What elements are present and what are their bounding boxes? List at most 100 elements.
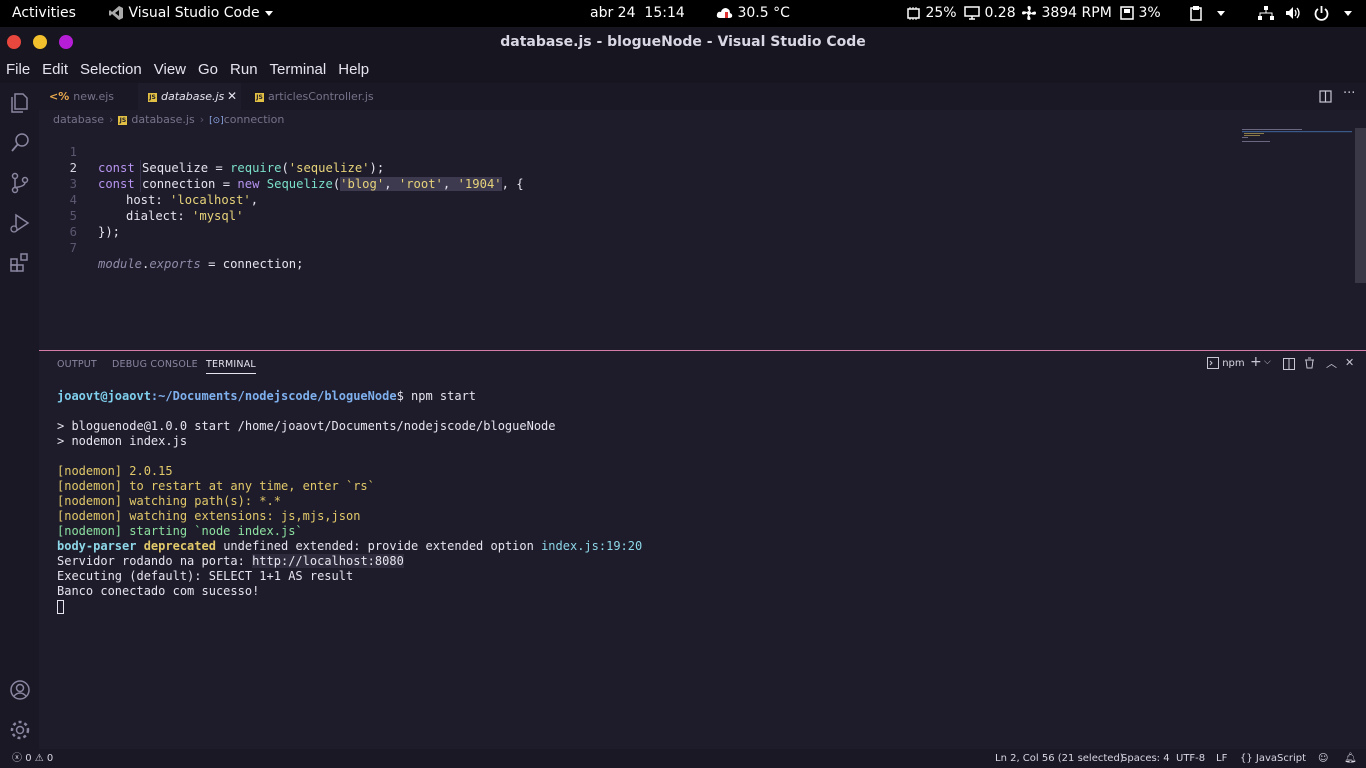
disk-indicator[interactable]: 3% [1120, 0, 1161, 27]
line-content: const Sequelize = require('sequelize'); [98, 160, 384, 176]
monitor-icon [964, 6, 980, 20]
problems-indicator[interactable]: ⓧ 0 ⚠ 0 [12, 749, 53, 768]
breadcrumb-file[interactable]: database.js [131, 113, 194, 126]
terminal-line: Executing (default): SELECT 1+1 AS resul… [57, 569, 354, 583]
disk-icon [1120, 6, 1134, 20]
encoding[interactable]: UTF-8 [1176, 749, 1205, 768]
terminal-selector[interactable]: npm [1207, 357, 1245, 369]
tab-terminal[interactable]: TERMINAL [206, 359, 256, 374]
network-indicator[interactable] [1258, 0, 1274, 27]
source-location-link[interactable]: index.js:19:20 [541, 539, 642, 553]
editor-scrollbar[interactable] [1355, 128, 1366, 283]
account-icon[interactable] [8, 678, 32, 702]
menu-view[interactable]: View [148, 57, 192, 83]
system-top-bar: Activities Visual Studio Code abr 24 15:… [0, 0, 1366, 27]
explorer-icon[interactable] [8, 91, 32, 115]
server-url-link[interactable]: http://localhost:8080 [252, 554, 404, 568]
close-window-button[interactable] [7, 35, 21, 49]
cpu-usage: 25% [925, 5, 957, 21]
code-editor[interactable]: 1 const Sequelize = require('sequelize')… [39, 128, 1355, 348]
class-name: Sequelize [259, 177, 333, 191]
load-indicator[interactable]: 0.28 [964, 0, 1016, 27]
menu-edit[interactable]: Edit [36, 57, 74, 83]
menu-go[interactable]: Go [192, 57, 224, 83]
minimize-window-button[interactable] [33, 35, 47, 49]
tab-debug-console[interactable]: DEBUG CONSOLE [112, 359, 198, 370]
date: abr 24 [590, 5, 636, 21]
code-line: 4 dialect: 'mysql' [39, 176, 244, 223]
search-icon[interactable] [8, 131, 32, 155]
code-line: 5 }); [39, 192, 120, 239]
status-bar: ⓧ 0 ⚠ 0 Ln 2, Col 56 (21 selected) Space… [0, 749, 1366, 768]
tab-output[interactable]: OUTPUT [57, 359, 97, 370]
maximize-window-button[interactable] [59, 35, 73, 49]
property-key: dialect: [126, 209, 193, 223]
function-name: require [230, 161, 282, 175]
text-selection: 'blog', 'root', '1904' [340, 177, 502, 191]
terminal-line: > bloguenode@1.0.0 start /home/joaovt/Do… [57, 419, 556, 433]
extensions-icon[interactable] [8, 251, 32, 275]
tab-database-js[interactable]: JS database.js ✕ [138, 83, 241, 110]
line-content: }); [98, 225, 121, 239]
more-actions-icon[interactable]: ··· [1343, 86, 1355, 101]
error-icon: ⓧ [12, 753, 22, 764]
breadcrumb-folder[interactable]: database [53, 113, 104, 126]
split-terminal-icon[interactable] [1283, 358, 1295, 370]
cursor-position[interactable]: Ln 2, Col 56 (21 selected) [995, 749, 1124, 768]
tab-new-ejs[interactable]: <% new.ejs [39, 83, 136, 110]
feedback-icon[interactable]: ☺ [1318, 749, 1328, 768]
fan-icon [1022, 6, 1036, 20]
menu-help[interactable]: Help [332, 57, 375, 83]
source-control-icon[interactable] [8, 171, 32, 195]
close-panel-icon[interactable]: ✕ [1345, 356, 1354, 369]
menu-selection[interactable]: Selection [74, 57, 148, 83]
indentation[interactable]: Spaces: 4 [1121, 749, 1170, 768]
js-file-icon: JS [148, 92, 157, 102]
breadcrumb-symbol[interactable]: connection [224, 113, 285, 126]
string: 'localhost' [170, 193, 251, 207]
split-editor-icon[interactable] [1319, 90, 1332, 103]
cpu-indicator[interactable]: 25% [906, 0, 957, 27]
volume-indicator[interactable] [1285, 0, 1301, 27]
fan-indicator[interactable]: 3894 RPM [1021, 0, 1112, 27]
power-menu[interactable] [1314, 0, 1353, 27]
menu-run[interactable]: Run [224, 57, 264, 83]
activities-button[interactable]: Activities [12, 0, 76, 27]
menu-file[interactable]: File [0, 57, 36, 83]
prompt-command: $ npm start [396, 389, 477, 403]
code-line: 7 module.exports = connection; [39, 224, 304, 271]
terminal-line: [nodemon] to restart at any time, enter … [57, 479, 375, 493]
chevron-down-icon[interactable]: ⌵ [1264, 357, 1271, 367]
maximize-panel-icon[interactable]: ︿ [1326, 355, 1337, 371]
terminal-output[interactable]: joaovt@joaovt:~/Documents/nodejscode/blo… [57, 389, 642, 614]
warning-count: 0 [46, 753, 54, 764]
minimap[interactable] [1240, 128, 1354, 148]
clock[interactable]: abr 24 15:14 [590, 0, 685, 27]
clipboard-indicator[interactable] [1190, 0, 1226, 27]
tab-articles-controller-js[interactable]: JS articlesController.js [245, 83, 380, 110]
menu-terminal[interactable]: Terminal [264, 57, 333, 83]
disk-usage: 3% [1138, 5, 1161, 21]
weather-indicator[interactable]: 30.5 °C [716, 0, 790, 27]
cloud-icon [716, 8, 733, 18]
window-title-bar: database.js - blogueNode - Visual Studio… [0, 27, 1366, 57]
run-debug-icon[interactable] [8, 211, 32, 235]
settings-gear-icon[interactable] [8, 718, 32, 742]
module-identifier: module [98, 257, 143, 271]
tab-label: new.ejs [73, 90, 115, 103]
power-icon [1314, 5, 1329, 21]
language-mode[interactable]: {} JavaScript [1240, 749, 1306, 768]
temperature: 30.5 °C [737, 5, 790, 21]
close-tab-icon[interactable]: ✕ [227, 83, 237, 110]
end-of-line[interactable]: LF [1216, 749, 1227, 768]
language-name: JavaScript [1255, 753, 1307, 764]
identifier: = connection; [200, 257, 304, 271]
app-menu-button[interactable]: Visual Studio Code [108, 0, 274, 27]
server-message: Servidor rodando na porta: [57, 554, 253, 568]
trash-icon[interactable] [1304, 357, 1315, 369]
new-terminal-icon[interactable]: + [1250, 354, 1262, 370]
notifications-bell-icon[interactable]: 🔔︎ [1344, 749, 1357, 768]
line-content: dialect: 'mysql' [126, 208, 243, 224]
terminal-name: npm [1222, 358, 1245, 369]
